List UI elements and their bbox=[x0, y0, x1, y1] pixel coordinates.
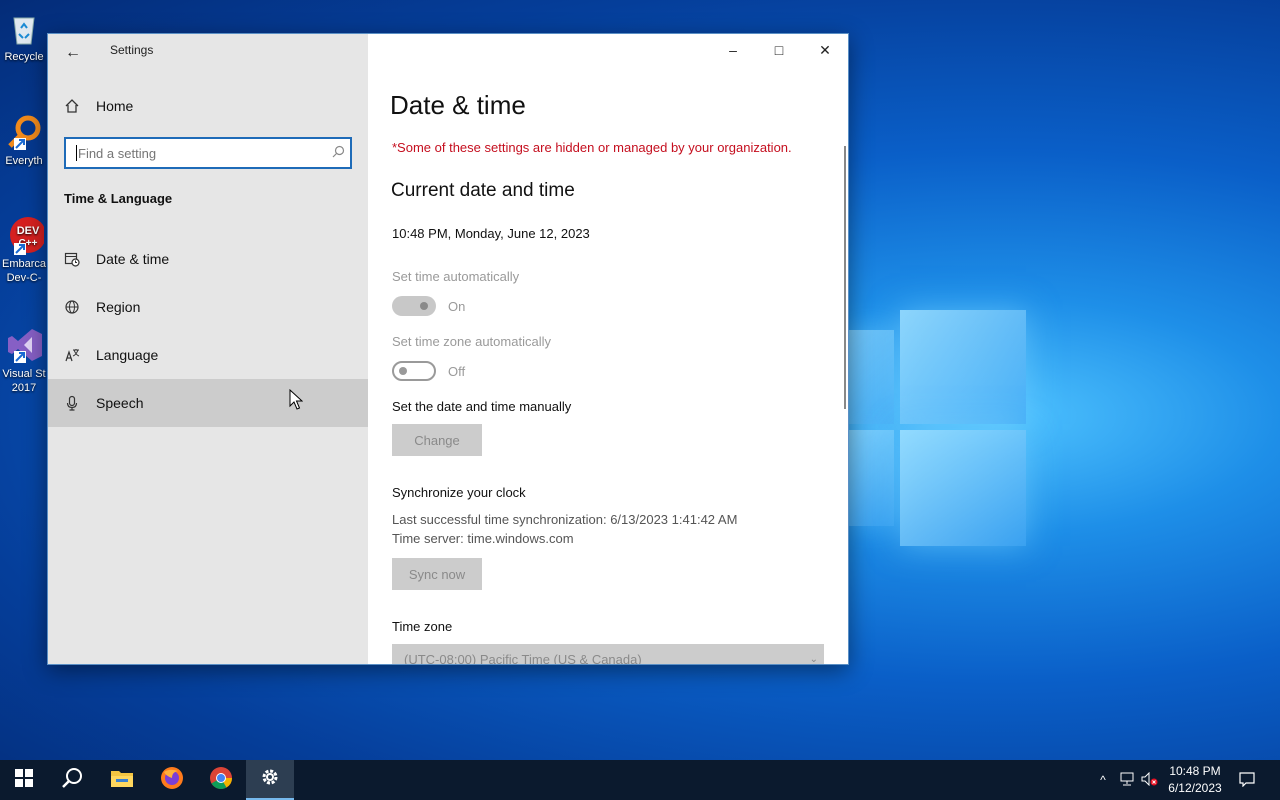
sync-last-text: Last successful time synchronization: 6/… bbox=[392, 512, 738, 527]
sidebar-item-label: Speech bbox=[96, 395, 144, 411]
page-title: Date & time bbox=[390, 90, 526, 120]
sidebar-item-date-time[interactable]: Date & time bbox=[48, 235, 368, 283]
back-arrow-icon: ← bbox=[65, 44, 81, 61]
taskbar-chrome[interactable] bbox=[197, 760, 245, 800]
recycle-bin-icon bbox=[4, 8, 44, 48]
start-button[interactable] bbox=[0, 760, 48, 800]
language-icon bbox=[48, 347, 96, 363]
clock-time: 10:48 PM bbox=[1169, 764, 1221, 778]
back-button[interactable]: ← bbox=[58, 38, 88, 68]
home-icon bbox=[48, 98, 96, 114]
set-tz-auto-toggle[interactable] bbox=[392, 361, 436, 381]
settings-gear-icon bbox=[260, 767, 280, 792]
show-hidden-icons-button[interactable]: ^ bbox=[1092, 760, 1114, 800]
sidebar-section-title: Time & Language bbox=[64, 191, 173, 206]
desktop-icon-label: Embarca bbox=[1, 258, 47, 270]
svg-text:DEV: DEV bbox=[17, 225, 40, 237]
desktop-icon-label: Recycle bbox=[4, 51, 44, 63]
search-icon bbox=[61, 767, 83, 794]
action-center-button[interactable] bbox=[1232, 760, 1262, 800]
settings-content: – □ ✕ Date & time *Some of these setting… bbox=[368, 34, 848, 664]
manual-set-label: Set the date and time manually bbox=[392, 399, 572, 414]
visual-studio-icon bbox=[4, 325, 44, 365]
network-status[interactable] bbox=[1116, 760, 1138, 800]
desktop-icon-label: Everyth bbox=[5, 155, 43, 167]
desktop-icon-label-line2: Dev-C- bbox=[6, 272, 42, 284]
maximize-button[interactable]: □ bbox=[756, 34, 802, 66]
window-title: Settings bbox=[110, 43, 154, 57]
sync-heading: Synchronize your clock bbox=[392, 485, 526, 500]
taskbar-settings[interactable] bbox=[246, 760, 294, 800]
organization-notice: *Some of these settings are hidden or ma… bbox=[392, 140, 792, 155]
scrollbar[interactable] bbox=[844, 146, 846, 409]
desktop-icon-everything[interactable]: Everyth bbox=[0, 112, 48, 168]
desktop-icon-visual-studio[interactable]: Visual St 2017 bbox=[0, 325, 48, 395]
settings-sidebar: ← Settings Home Time & Language Date & t… bbox=[48, 34, 368, 664]
set-time-auto-state: On bbox=[448, 299, 466, 314]
maximize-icon: □ bbox=[774, 42, 784, 58]
sidebar-item-region[interactable]: Region bbox=[48, 283, 368, 331]
desktop-icon-dev-cpp[interactable]: DEV C++ Embarca Dev-C- bbox=[0, 215, 48, 285]
search-input[interactable] bbox=[77, 145, 326, 161]
current-date-time-heading: Current date and time bbox=[391, 180, 575, 201]
close-icon: ✕ bbox=[819, 41, 831, 58]
firefox-icon bbox=[160, 766, 184, 795]
desktop-icon-label-line2: 2017 bbox=[11, 382, 37, 394]
time-zone-value: (UTC-08:00) Pacific Time (US & Canada) bbox=[404, 652, 642, 665]
sidebar-item-label: Home bbox=[96, 98, 134, 114]
notification-icon bbox=[1239, 771, 1255, 790]
set-time-auto-label: Set time automatically bbox=[392, 269, 520, 284]
search-icon[interactable] bbox=[326, 145, 350, 161]
taskbar-clock[interactable]: 10:48 PM 6/12/2023 bbox=[1160, 763, 1230, 797]
sync-now-button[interactable]: Sync now bbox=[392, 558, 482, 590]
time-server-text: Time server: time.windows.com bbox=[392, 531, 574, 546]
windows-logo-wallpaper bbox=[848, 308, 1028, 546]
microphone-icon bbox=[48, 395, 96, 411]
start-icon bbox=[15, 768, 33, 792]
dev-cpp-icon: DEV C++ bbox=[4, 215, 46, 255]
taskbar-file-explorer[interactable] bbox=[98, 760, 146, 800]
taskbar-firefox[interactable] bbox=[148, 760, 196, 800]
sidebar-item-label: Region bbox=[96, 299, 141, 315]
taskbar: ^ 10:48 PM 6/12/2023 bbox=[0, 760, 1280, 800]
set-time-auto-toggle[interactable] bbox=[392, 296, 436, 316]
chrome-icon bbox=[209, 766, 233, 795]
volume-muted-icon bbox=[1141, 771, 1159, 789]
chevron-down-icon: ⌄ bbox=[809, 654, 818, 665]
network-icon bbox=[1119, 772, 1135, 789]
volume-status[interactable] bbox=[1139, 760, 1161, 800]
settings-window: ← Settings Home Time & Language Date & t… bbox=[47, 33, 849, 665]
set-tz-auto-state: Off bbox=[448, 364, 466, 379]
sidebar-item-label: Language bbox=[96, 347, 159, 363]
file-explorer-icon bbox=[110, 768, 134, 793]
desktop-icon-recycle-bin[interactable]: Recycle bbox=[0, 8, 48, 64]
mouse-cursor-icon bbox=[289, 388, 304, 416]
time-zone-select[interactable]: (UTC-08:00) Pacific Time (US & Canada) ⌄ bbox=[392, 644, 824, 665]
search-box[interactable] bbox=[64, 137, 352, 169]
minimize-button[interactable]: – bbox=[710, 34, 756, 66]
sidebar-item-language[interactable]: Language bbox=[48, 331, 368, 379]
globe-icon bbox=[48, 299, 96, 315]
time-zone-label: Time zone bbox=[392, 619, 453, 634]
set-tz-auto-label: Set time zone automatically bbox=[392, 334, 551, 349]
sidebar-item-speech[interactable]: Speech bbox=[48, 379, 368, 427]
sidebar-item-home[interactable]: Home bbox=[48, 88, 368, 124]
clock-date: 6/12/2023 bbox=[1168, 781, 1222, 795]
current-date-time-value: 10:48 PM, Monday, June 12, 2023 bbox=[392, 226, 590, 241]
everything-search-icon bbox=[4, 112, 44, 152]
minimize-icon: – bbox=[729, 42, 737, 58]
close-button[interactable]: ✕ bbox=[802, 34, 848, 66]
desktop-icon-label: Visual St bbox=[2, 368, 46, 380]
chevron-up-icon: ^ bbox=[1100, 773, 1106, 787]
calendar-clock-icon bbox=[48, 251, 96, 267]
taskbar-search-button[interactable] bbox=[48, 760, 96, 800]
sidebar-item-label: Date & time bbox=[96, 251, 170, 267]
change-button[interactable]: Change bbox=[392, 424, 482, 456]
